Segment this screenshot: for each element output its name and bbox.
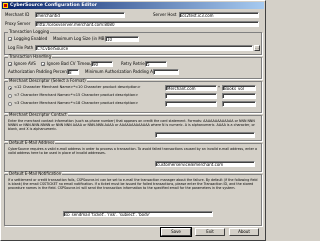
descriptor-option-1-product-input[interactable]: Books_vol [222,85,256,91]
transaction-handling-group: Transaction Handling ✓ Ignore AVS ✓ Igno… [4,54,262,79]
retry-input[interactable]: 5 [145,61,167,67]
descriptor-option-1-radio[interactable] [8,86,12,90]
logging-enabled-label: Logging Enabled [14,36,48,41]
merchant-descriptor-group: Merchant Descriptor (Select a Format) <1… [4,78,262,113]
exit-button[interactable]: Exit [195,228,225,236]
config-editor-window: CyberSource Configuration Editor Merchan… [0,0,266,241]
descriptor-option-2-product-input[interactable] [222,93,256,99]
transaction-handling-title: Transaction Handling [8,54,52,59]
window-title: CyberSource Configuration Editor [10,3,98,8]
log-path-label: Log File Path [8,45,34,50]
server-host-label: Server Host [153,12,177,17]
descriptor-option-2-radio[interactable] [8,94,12,98]
default-email-title: Default E-Mail Address [8,140,56,145]
ignore-avs-checkbox[interactable]: ✓ [8,62,12,67]
descriptor-contact-description: Enter the merchant contact information (… [8,119,255,132]
descriptor-option-3-label: <3 Character Merchant Name>*<18 Characte… [14,101,139,105]
proxy-server-label: Proxy Server [5,21,31,26]
merchant-id-input[interactable]: merchantid [35,12,125,18]
email-notification-input[interactable]: sp_sendmail 'ticket', 'risk', 'subject',… [63,211,213,217]
email-notification-title: Default E-Mail Notification [8,171,63,176]
app-icon [3,3,8,8]
auth-padding-input[interactable]: 8 [67,69,79,75]
default-email-group: Default E-Mail Address CyberSource requi… [4,140,262,172]
server-host-input[interactable]: ics2test.ic3.com [179,12,259,18]
proxy-server-input[interactable]: http://proxyserver.merchant.com:8080 [35,21,259,27]
descriptor-option-3-radio[interactable] [8,102,12,106]
default-email-input[interactable]: customerservice@merchant.com [155,161,255,167]
about-button[interactable]: About [229,228,259,236]
descriptor-option-3-name-input[interactable] [165,101,217,107]
email-notification-description: If a settlement or credit transaction fa… [8,178,258,191]
descriptor-contact-group: Merchant Descriptor Contact Enter the me… [4,112,262,141]
min-auth-padding-input[interactable] [153,69,179,75]
ignore-bad-cv-checkbox[interactable]: ✓ [41,62,45,67]
title-bar: CyberSource Configuration Editor [2,2,264,9]
auth-padding-label: Authorization Padding Percentage [8,69,76,74]
default-email-description: CyberSource requires a valid e-mail addr… [8,147,258,156]
merchant-id-label: Merchant ID [5,12,30,17]
descriptor-contact-input[interactable] [155,132,255,138]
timeout-input[interactable]: 90 [91,61,113,67]
max-log-size-label: Maximum Log Size (in MB) [53,36,107,41]
max-log-size-input[interactable]: 10 [105,36,139,42]
save-button[interactable]: Save [160,227,192,237]
retry-label: Retry Retries [121,61,147,66]
browse-button[interactable]: … [254,45,260,51]
ignore-avs-label: Ignore AVS [14,61,36,66]
email-notification-group: Default E-Mail Notification If a settlem… [4,171,262,226]
logging-enabled-checkbox[interactable]: ✓ [8,37,12,42]
merchant-descriptor-title: Merchant Descriptor (Select a Format) [8,78,87,83]
descriptor-option-2-name-input[interactable] [165,93,217,99]
descriptor-option-1-label: <12 Character Merchant Name>*<10 Charact… [14,85,141,89]
descriptor-option-1-separator: * [218,85,220,90]
log-path-input[interactable]: C:\CyberSource [35,45,253,51]
descriptor-contact-title: Merchant Descriptor Contact [8,112,68,117]
transaction-logging-group: Transaction Logging ✓ Logging Enabled Ma… [4,29,262,55]
ignore-bad-cv-label: Ignore Bad CV [47,61,76,66]
transaction-logging-title: Transaction Logging [8,29,51,34]
descriptor-option-3-product-input[interactable] [222,101,256,107]
descriptor-option-2-label: <7 Character Merchant Name>*<15 Characte… [14,93,139,97]
descriptor-option-1-name-input[interactable]: Merchant.com [165,85,217,91]
